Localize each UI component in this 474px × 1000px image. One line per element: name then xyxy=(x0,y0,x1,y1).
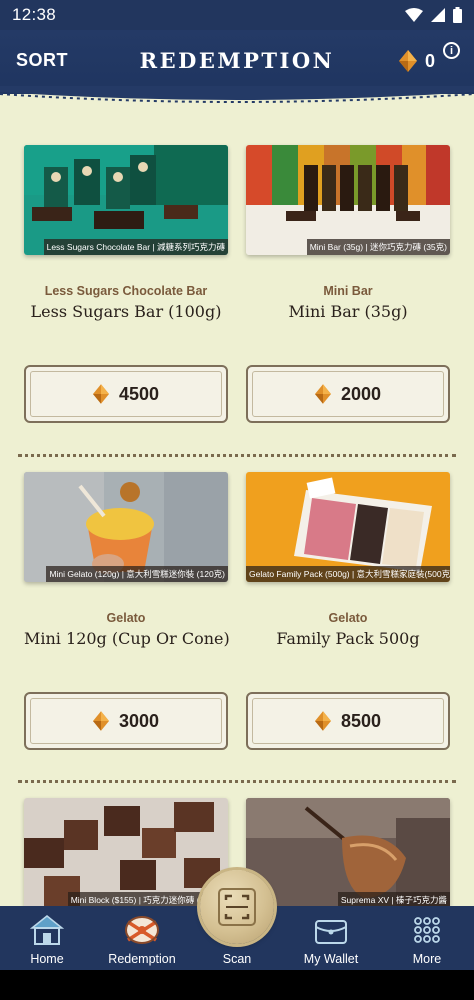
image-caption: Gelato Family Pack (500g) | 意大利雪糕家庭裝(500… xyxy=(246,566,450,582)
product-category: Mini Bar xyxy=(323,284,373,298)
product-image[interactable]: Mini Gelato (120g) | 意大利雪糕迷你裝 (120克) xyxy=(24,472,228,582)
product-card[interactable]: Suprema XV | 榛子巧克力醬 xyxy=(246,798,450,906)
wifi-icon xyxy=(405,8,423,22)
price-value: 2000 xyxy=(340,383,382,404)
product-image[interactable]: Mini Block ($155) | 巧克力迷你磚 (155克) xyxy=(24,798,228,906)
mini-block-photo xyxy=(24,798,228,906)
app-header: SORT REDEMPTION 0 i xyxy=(0,30,474,94)
product-image[interactable]: Suprema XV | 榛子巧克力醬 xyxy=(246,798,450,906)
bottom-navigation: Home Redemption Scan My Wallet More xyxy=(0,870,474,970)
cellular-icon xyxy=(431,8,445,22)
nav-home[interactable]: Home xyxy=(0,906,94,970)
product-image[interactable]: Mini Bar (35g) | 迷你巧克力磚 (35克) xyxy=(246,145,450,255)
nav-label: Home xyxy=(30,952,64,966)
nav-label: My Wallet xyxy=(303,952,359,966)
scan-label: Scan xyxy=(222,952,252,966)
scan-button[interactable] xyxy=(200,870,274,944)
redeem-button[interactable]: 3000 xyxy=(24,692,228,750)
status-icons xyxy=(405,7,462,23)
redeem-button[interactable]: 8500 xyxy=(246,692,450,750)
product-image[interactable]: Less Sugars Chocolate Bar | 減糖系列巧克力磚 xyxy=(24,145,228,255)
product-grid[interactable]: Less Sugars Chocolate Bar | 減糖系列巧克力磚 Les… xyxy=(0,94,474,906)
price-value: 8500 xyxy=(340,710,382,731)
gift-icon xyxy=(125,916,159,944)
redeem-button[interactable]: 4500 xyxy=(24,365,228,423)
balance-value: 0 xyxy=(424,50,435,71)
product-card[interactable]: Mini Gelato (120g) | 意大利雪糕迷你裝 (120克) Gel… xyxy=(24,472,230,750)
image-caption: Less Sugars Chocolate Bar | 減糖系列巧克力磚 xyxy=(43,239,228,255)
nav-label: More xyxy=(412,952,442,966)
image-caption: Suprema XV | 榛子巧克力醬 xyxy=(337,892,450,906)
points-balance[interactable]: 0 i xyxy=(398,42,460,72)
row-divider xyxy=(18,454,456,457)
image-caption: Mini Gelato (120g) | 意大利雪糕迷你裝 (120克) xyxy=(46,566,228,582)
row-divider xyxy=(18,780,456,783)
status-time: 12:38 xyxy=(12,5,57,24)
gem-icon xyxy=(314,384,331,404)
wallet-icon xyxy=(315,920,347,944)
price-value: 4500 xyxy=(118,383,160,404)
product-image[interactable]: Gelato Family Pack (500g) | 意大利雪糕家庭裝(500… xyxy=(246,472,450,582)
image-caption: Mini Bar (35g) | 迷你巧克力磚 (35克) xyxy=(306,239,450,255)
nav-my-wallet[interactable]: My Wallet xyxy=(284,906,378,970)
product-category: Gelato xyxy=(106,611,146,625)
scan-icon xyxy=(218,888,256,926)
product-card[interactable]: Less Sugars Chocolate Bar | 減糖系列巧克力磚 Les… xyxy=(24,145,228,423)
suprema-spread-photo xyxy=(246,798,450,906)
gem-icon xyxy=(92,384,109,404)
status-bar: 12:38 xyxy=(0,0,474,30)
grid-menu-icon xyxy=(414,917,440,943)
product-name: Mini Bar (35g) xyxy=(288,302,408,321)
product-name: Family Pack 500g xyxy=(276,629,420,648)
battery-icon xyxy=(453,7,462,23)
home-icon xyxy=(30,915,64,945)
product-category: Less Sugars Chocolate Bar xyxy=(44,284,208,298)
product-category: Gelato xyxy=(328,611,368,625)
info-icon[interactable]: i xyxy=(443,42,460,59)
product-card[interactable]: Mini Bar (35g) | 迷你巧克力磚 (35克) Mini Bar M… xyxy=(246,145,450,423)
gem-icon xyxy=(314,711,331,731)
system-navigation-bar xyxy=(0,970,474,1000)
product-name: Less Sugars Bar (100g) xyxy=(30,302,222,321)
price-value: 3000 xyxy=(118,710,160,731)
product-name: Mini 120g (Cup Or Cone) xyxy=(24,629,230,648)
nav-more[interactable]: More xyxy=(380,906,474,970)
product-card[interactable]: Mini Block ($155) | 巧克力迷你磚 (155克) xyxy=(24,798,228,906)
redeem-button[interactable]: 2000 xyxy=(246,365,450,423)
nav-redemption[interactable]: Redemption xyxy=(95,906,189,970)
nav-label: Redemption xyxy=(108,952,176,966)
gem-icon xyxy=(398,50,417,72)
product-card[interactable]: Gelato Family Pack (500g) | 意大利雪糕家庭裝(500… xyxy=(246,472,450,750)
gem-icon xyxy=(92,711,109,731)
